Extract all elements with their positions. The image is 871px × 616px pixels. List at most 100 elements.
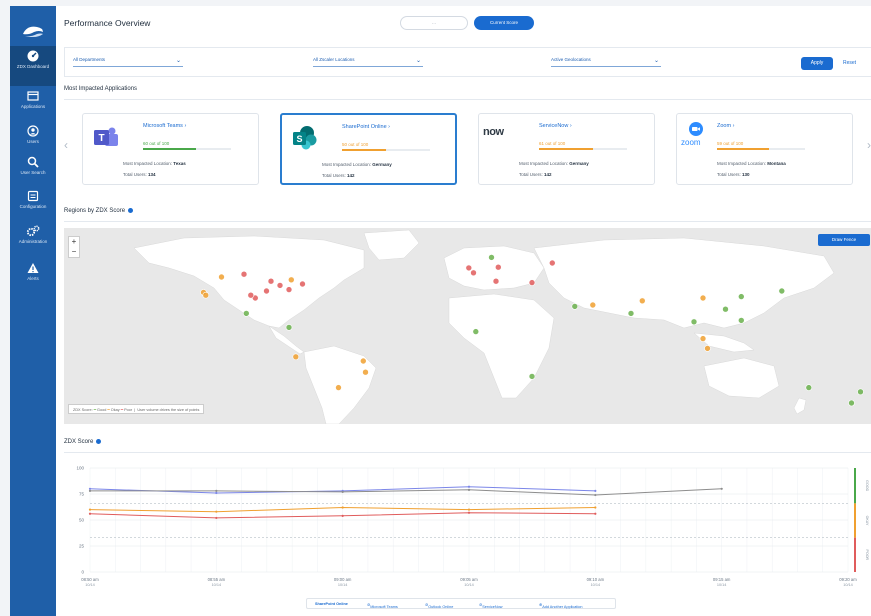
series-point[interactable] <box>720 487 723 490</box>
legend-item-servicenow[interactable]: ⊘ ServiceNow <box>479 602 502 609</box>
series-point[interactable] <box>467 485 471 488</box>
apply-button[interactable]: Apply <box>801 57 833 70</box>
carousel-prev-icon[interactable]: ‹ <box>64 138 68 152</box>
geolocations-filter[interactable]: Active Geolocations ⌄ <box>551 57 661 67</box>
map-point-good[interactable] <box>472 328 480 335</box>
app-card-zoom[interactable]: zoom Zoom › 59 out of 100 Most Impacted … <box>676 113 853 185</box>
locations-filter[interactable]: All Zscaler Locations ⌄ <box>313 57 423 67</box>
map-point-okay[interactable] <box>202 291 210 299</box>
map-point-okay[interactable] <box>638 297 646 305</box>
map-point-good[interactable] <box>778 287 786 295</box>
app-name[interactable]: SharePoint Online › <box>342 124 390 130</box>
app-name[interactable]: ServiceNow › <box>539 123 572 129</box>
info-icon[interactable] <box>128 208 134 213</box>
map-point-poor[interactable] <box>528 279 536 286</box>
map-point-okay[interactable] <box>704 345 711 352</box>
zoom-out-button[interactable]: − <box>69 247 79 257</box>
map-point-good[interactable] <box>857 388 864 396</box>
map-point-poor[interactable] <box>548 259 556 267</box>
map-point-poor[interactable] <box>285 286 293 293</box>
app-card-microsoft-teams[interactable]: T Microsoft Teams › 60 out of 100 Most I… <box>82 113 259 185</box>
map-point-poor[interactable] <box>240 270 248 278</box>
map-point-good[interactable] <box>722 305 729 313</box>
map-point-poor[interactable] <box>465 264 473 272</box>
legend-poor-swatch: ━ <box>120 408 123 412</box>
map-point-good[interactable] <box>737 317 745 324</box>
status-band-2 <box>854 537 856 572</box>
sidebar-item-applications[interactable]: Applications <box>10 86 56 126</box>
map-point-okay[interactable] <box>699 335 707 342</box>
series-point[interactable] <box>594 512 597 515</box>
series-point[interactable] <box>467 488 471 491</box>
zdx-score-chart[interactable]: 0 25 50 75 100 GOOD OKAY POOR 08:50 am 10/14 08:55… <box>64 454 871 599</box>
draw-fence-button[interactable]: Draw Fence <box>818 234 870 246</box>
map-point-poor[interactable] <box>492 277 500 285</box>
impacted-location-label: Most Impacted Location: <box>322 162 372 167</box>
add-application-link[interactable]: ⊕ Add Another Application <box>539 602 583 609</box>
map-point-okay[interactable] <box>699 294 707 302</box>
app-name[interactable]: Microsoft Teams › <box>143 123 186 129</box>
series-point[interactable] <box>341 514 344 517</box>
series-point[interactable] <box>88 489 92 492</box>
map-point-poor[interactable] <box>247 291 255 299</box>
sidebar-item-zdx-dashboard[interactable]: ZDX Dashboard <box>10 46 56 86</box>
series-point[interactable] <box>88 512 92 515</box>
sidebar-item-configuration[interactable]: Configuration <box>10 186 56 226</box>
series-point[interactable] <box>594 493 597 497</box>
departments-filter[interactable]: All Departments ⌄ <box>73 57 183 67</box>
series-point[interactable] <box>215 489 218 492</box>
map-point-okay[interactable] <box>218 273 225 281</box>
sidebar-item-alerts[interactable]: Alerts <box>10 258 56 298</box>
series-point[interactable] <box>341 490 344 494</box>
reset-link[interactable]: Reset <box>843 60 856 66</box>
map-point-okay[interactable] <box>335 384 342 391</box>
series-point[interactable] <box>88 508 92 511</box>
map-point-good[interactable] <box>571 303 579 310</box>
legend-item-teams[interactable]: ⊘ Microsoft Teams <box>367 602 398 609</box>
map-point-good[interactable] <box>737 293 745 300</box>
total-users-label: Total Users: <box>717 172 741 177</box>
map-point-poor[interactable] <box>263 287 270 295</box>
map-point-good[interactable] <box>627 310 635 317</box>
series-point[interactable] <box>88 487 92 490</box>
time-range-select[interactable]: - - <box>400 16 468 30</box>
info-icon[interactable] <box>96 439 102 444</box>
series-point[interactable] <box>594 489 597 492</box>
map-point-good[interactable] <box>285 324 293 331</box>
zoom-in-button[interactable]: + <box>69 237 79 247</box>
series-point[interactable] <box>594 506 597 509</box>
map-point-good[interactable] <box>805 384 813 391</box>
map-point-okay[interactable] <box>362 368 369 376</box>
map-point-good[interactable] <box>243 310 250 317</box>
current-score-button[interactable]: Current Score <box>474 16 534 30</box>
sidebar-item-administration[interactable]: Administration <box>10 221 56 261</box>
map-point-poor[interactable] <box>470 269 477 277</box>
map-point-okay[interactable] <box>292 353 300 361</box>
map-point-poor[interactable] <box>267 277 275 285</box>
map-point-good[interactable] <box>690 318 698 326</box>
map-point-okay[interactable] <box>359 357 367 365</box>
map-point-good[interactable] <box>528 373 536 380</box>
regions-map[interactable]: Draw Fence + − ZDX Score: ━ Good ━ Okay … <box>64 228 871 424</box>
map-point-okay[interactable] <box>589 301 597 309</box>
series-point[interactable] <box>215 510 218 513</box>
x-tick-date: 10/14 <box>338 583 348 587</box>
app-name[interactable]: Zoom › <box>717 123 734 129</box>
map-point-poor[interactable] <box>276 282 284 289</box>
legend-item-sharepoint[interactable]: SharePoint Online <box>315 602 348 606</box>
series-point[interactable] <box>467 508 471 511</box>
map-point-poor[interactable] <box>494 263 502 271</box>
map-point-good[interactable] <box>488 254 495 261</box>
score-bar <box>143 148 231 150</box>
legend-item-outlook[interactable]: ⊘ Outlook Online <box>425 602 453 609</box>
app-card-servicenow[interactable]: now ServiceNow › 61 out of 100 Most Impa… <box>478 113 655 185</box>
series-point[interactable] <box>215 491 218 495</box>
series-point[interactable] <box>467 511 471 514</box>
app-card-sharepoint-online[interactable]: S SharePoint Online › 50 out of 100 Most… <box>280 113 457 185</box>
carousel-next-icon[interactable]: › <box>867 138 871 152</box>
series-point[interactable] <box>215 516 218 520</box>
map-point-okay[interactable] <box>288 276 295 284</box>
map-point-poor[interactable] <box>299 280 306 288</box>
series-point[interactable] <box>341 506 344 509</box>
map-point-good[interactable] <box>848 399 855 407</box>
